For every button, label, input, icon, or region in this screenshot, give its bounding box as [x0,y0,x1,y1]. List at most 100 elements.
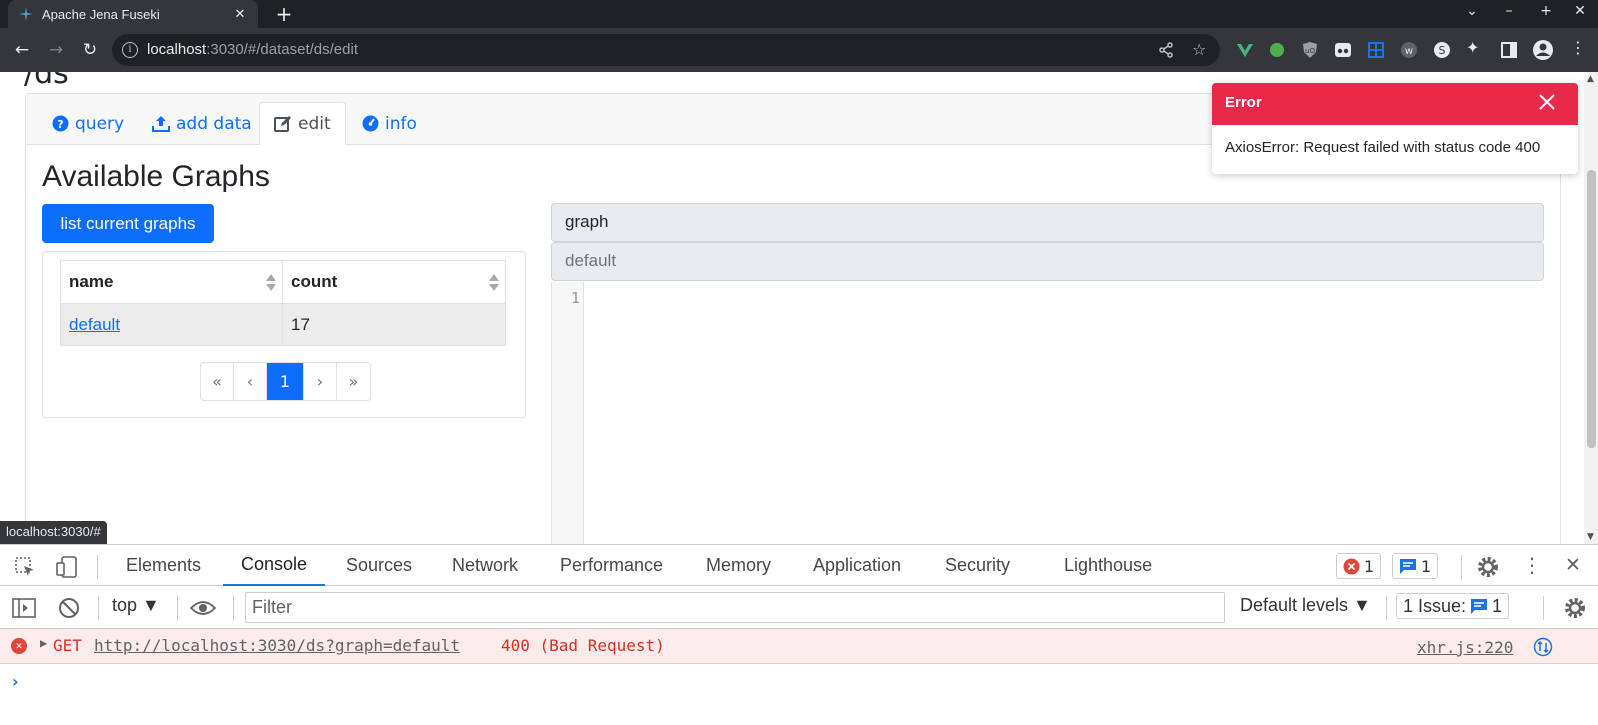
maximize-icon[interactable]: + [1534,3,1558,19]
issue-message-icon [1471,598,1488,614]
devtools-tab-security[interactable]: Security [945,545,1010,586]
wappalyzer-icon[interactable]: w [1400,41,1418,59]
new-tab-button[interactable]: + [272,2,296,26]
devtools-tab-performance[interactable]: Performance [560,545,663,586]
sidebar-toggle-icon[interactable] [12,597,36,619]
tab-edit[interactable]: edit [259,102,346,145]
next-page-button[interactable]: › [304,363,337,400]
graph-name-field[interactable]: default [551,242,1544,281]
svg-text:?: ? [57,118,63,131]
devtools-tab-bar: Elements Console Sources Network Perform… [0,544,1598,586]
tab-add-data[interactable]: add data [138,102,266,145]
network-request-icon[interactable] [1533,637,1553,657]
upload-icon [152,115,170,132]
tab-query[interactable]: ? query [38,102,138,145]
divider [1461,555,1462,579]
last-page-button[interactable]: » [337,363,370,400]
vue-devtools-icon[interactable] [1236,41,1254,59]
devtools-tab-application[interactable]: Application [813,545,901,586]
log-levels-dropdown[interactable]: Default levels ▼ [1240,595,1371,616]
issues-label: 1 Issue: [1403,595,1467,616]
reload-icon[interactable]: ↻ [78,38,102,62]
previous-page-button[interactable]: ‹ [234,363,267,400]
tab-close-icon[interactable]: ✕ [232,7,248,22]
translate-extension-icon[interactable] [1367,41,1385,59]
inspect-element-icon[interactable] [14,556,36,578]
ublock-shield-icon[interactable]: uO [1301,41,1319,59]
devtools-tab-network[interactable]: Network [452,545,518,586]
graph-name-cell: default [60,303,283,346]
tab-info[interactable]: info [348,102,431,145]
dashboard-gauge-icon [362,115,379,132]
live-expression-eye-icon[interactable] [190,599,216,617]
address-bar[interactable]: i localhost:3030/#/dataset/ds/edit ☆ [112,34,1220,66]
devtools-more-icon[interactable]: ⋮ [1522,553,1542,577]
settings-gear-icon[interactable] [1476,555,1500,579]
graph-count-cell: 17 [282,303,506,346]
green-dot-extension-icon[interactable] [1268,41,1286,59]
svg-text:S: S [1439,44,1446,57]
page-1-button[interactable]: 1 [267,363,304,400]
graph-editor[interactable]: 1 [551,282,1561,544]
question-circle-icon: ? [52,115,69,132]
divider [1543,596,1544,620]
pagination: « ‹ 1 › » [200,362,371,401]
browser-menu-icon[interactable]: ⋮ [1570,38,1588,57]
column-header-name[interactable]: name [60,260,283,304]
graph-label-addon: graph [551,203,1544,242]
first-page-button[interactable]: « [201,363,234,400]
request-status: 400 (Bad Request) [501,636,665,655]
dataset-title: /ds [24,72,69,91]
console-error-row[interactable]: ✕ ▶ GET http://localhost:3030/ds?graph=d… [0,629,1598,664]
context-selector[interactable]: top ▼ [112,595,160,616]
tab-search-chevron-icon[interactable]: ⌄ [1460,3,1484,19]
s-circle-extension-icon[interactable]: S [1433,41,1451,59]
browser-tab[interactable]: Apache Jena Fuseki ✕ [8,0,258,28]
list-current-graphs-button[interactable]: list current graphs [42,204,214,243]
close-window-icon[interactable]: ✕ [1568,3,1592,19]
toast-close-icon[interactable] [1536,91,1558,113]
side-panel-icon[interactable] [1500,41,1518,59]
profile-avatar-icon[interactable] [1532,39,1554,61]
error-count-badge[interactable]: 1 [1336,553,1382,579]
devtools-tab-console[interactable]: Console [223,545,326,586]
expand-triangle-icon[interactable]: ▶ [40,636,47,650]
error-count: 1 [1364,556,1375,576]
divider [1386,596,1387,620]
toast-header: Error [1212,83,1578,125]
devtools-tab-sources[interactable]: Sources [346,545,412,586]
svg-text:w: w [1405,46,1413,57]
editor-gutter: 1 [552,282,584,544]
devtools-tab-lighthouse[interactable]: Lighthouse [1064,545,1152,586]
bookmark-star-icon[interactable]: ☆ [1192,40,1206,59]
extensions-puzzle-icon[interactable]: ✦ [1466,38,1484,57]
message-count-badge[interactable]: 1 [1392,553,1439,579]
page-scrollbar[interactable]: ▲ ▼ [1584,72,1598,544]
close-devtools-icon[interactable]: ✕ [1565,554,1581,576]
scrollbar-thumb[interactable] [1587,170,1596,448]
graph-link-default[interactable]: default [69,315,120,334]
glasses-extension-icon[interactable] [1334,41,1352,59]
site-info-icon[interactable]: i [122,42,138,58]
scroll-up-arrow-icon[interactable]: ▲ [1587,74,1594,84]
line-number: 1 [570,289,580,307]
console-settings-gear-icon[interactable] [1563,596,1587,620]
console-filter-input[interactable]: Filter [245,592,1225,623]
issues-button[interactable]: 1 Issue: 1 [1396,593,1510,619]
address-url[interactable]: localhost:3030/#/dataset/ds/edit [147,41,358,58]
request-url-link[interactable]: http://localhost:3030/ds?graph=default [94,636,460,655]
scroll-down-arrow-icon[interactable]: ▼ [1587,532,1594,542]
table-row: default 17 [60,303,506,346]
console-prompt-chevron-icon[interactable]: › [12,672,19,691]
forward-arrow-icon[interactable]: → [44,38,68,62]
minimize-icon[interactable]: – [1497,3,1521,19]
source-location-link[interactable]: xhr.js:220 [1417,638,1513,657]
device-toolbar-icon[interactable] [55,556,79,578]
toast-title: Error [1225,94,1262,111]
column-header-count[interactable]: count [282,260,506,304]
devtools-tab-memory[interactable]: Memory [706,545,771,586]
share-icon[interactable] [1158,42,1174,58]
devtools-tab-elements[interactable]: Elements [126,545,201,586]
back-arrow-icon[interactable]: ← [10,38,34,62]
clear-console-icon[interactable] [58,597,80,619]
